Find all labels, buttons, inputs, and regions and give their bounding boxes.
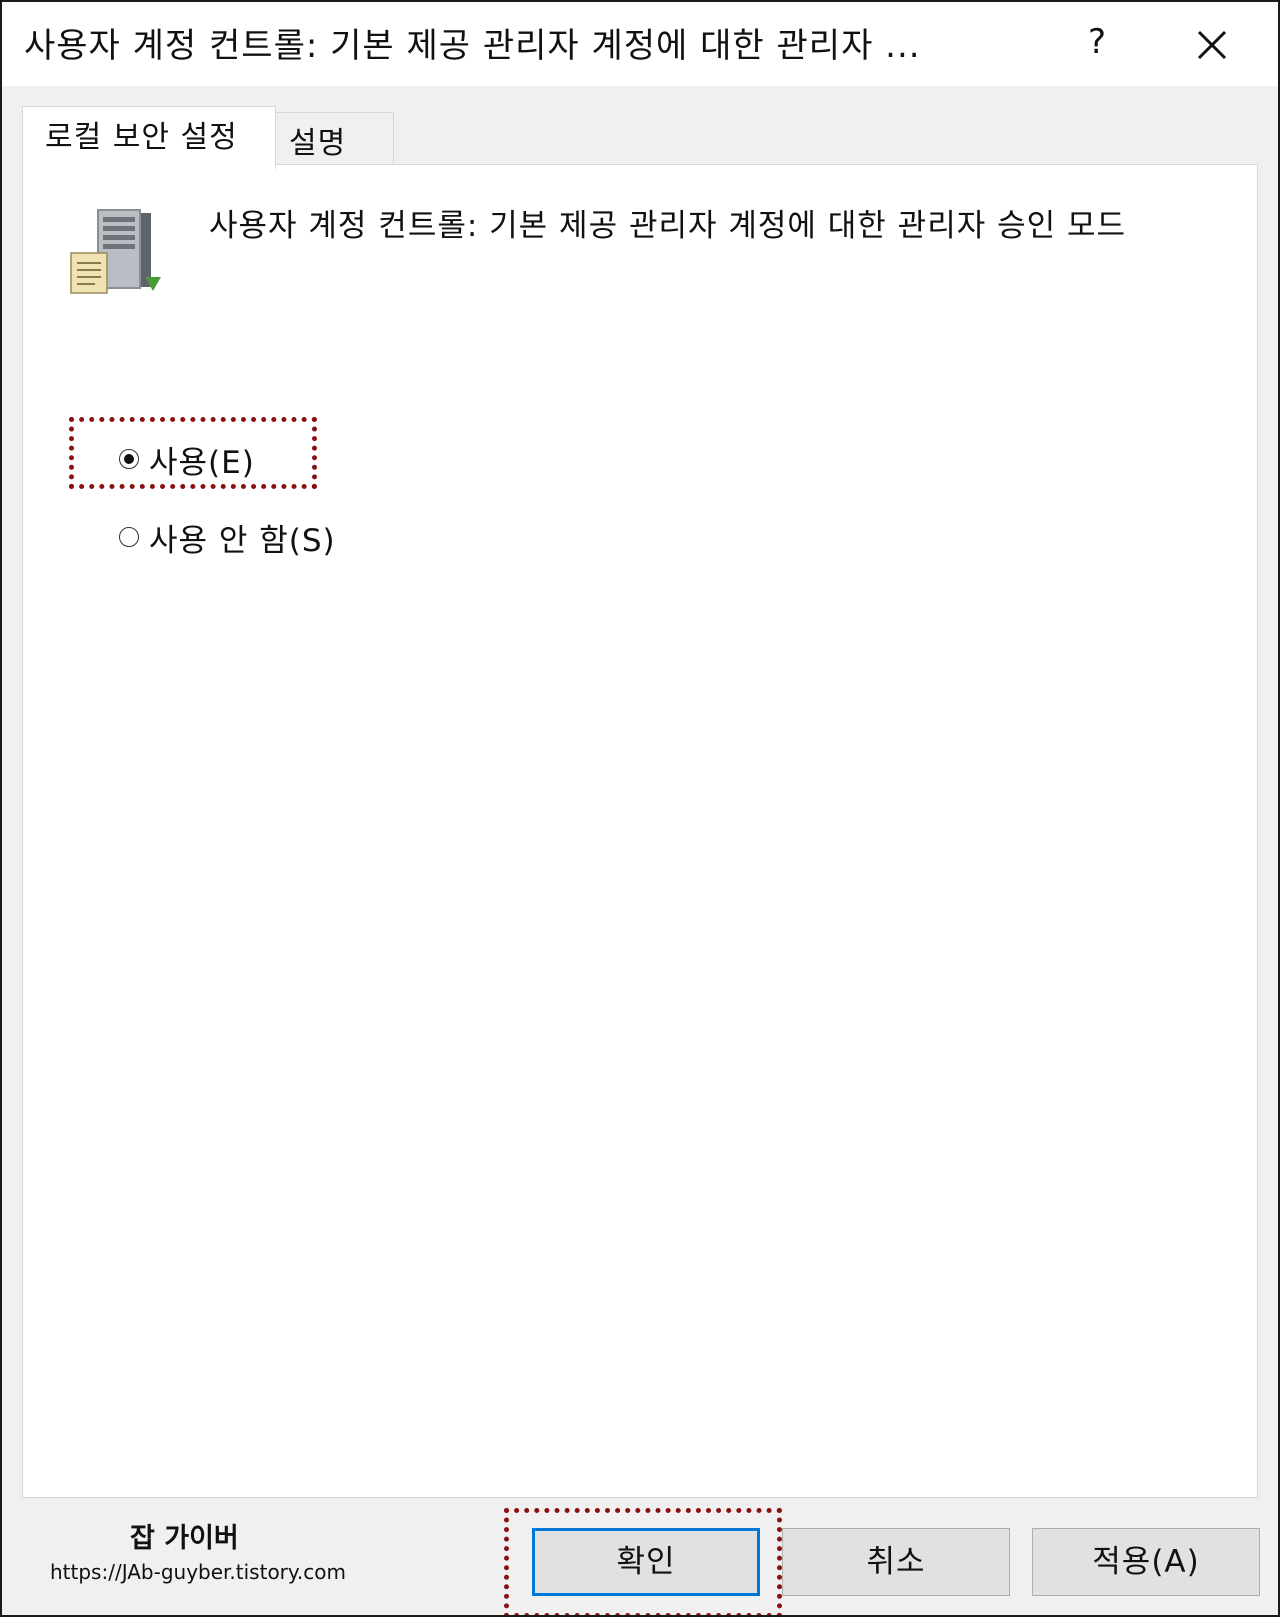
disable-label[interactable]: 사용 안 함(S) [149,515,336,560]
apply-button[interactable]: 적용(A) [1032,1528,1260,1596]
policy-dialog: 사용자 계정 컨트롤: 기본 제공 관리자 계정에 대한 관리자 ... ? 로… [0,0,1280,1617]
watermark-title: 잡 가이버 [130,1523,239,1554]
title-bar: 사용자 계정 컨트롤: 기본 제공 관리자 계정에 대한 관리자 ... ? [2,2,1278,86]
cancel-button[interactable]: 취소 [782,1528,1010,1596]
policy-title: 사용자 계정 컨트롤: 기본 제공 관리자 계정에 대한 관리자 승인 모드 [209,208,1127,244]
ok-highlight-box [504,1508,782,1615]
tab-explain[interactable]: 설명 [274,112,394,165]
close-icon [1197,30,1227,60]
disable-radio[interactable] [119,527,139,547]
help-button[interactable]: ? [1062,14,1132,70]
enable-highlight-box [69,417,317,489]
tab-local-security-setting[interactable]: 로컬 보안 설정 [22,106,276,169]
disable-option[interactable]: 사용 안 함(S) [119,515,336,559]
watermark-url: https://JAb-guyber.tistory.com [50,1560,346,1584]
window-title: 사용자 계정 컨트롤: 기본 제공 관리자 계정에 대한 관리자 ... [24,26,921,66]
close-button[interactable] [1177,14,1247,74]
server-policy-icon [70,209,161,294]
settings-panel: 사용자 계정 컨트롤: 기본 제공 관리자 계정에 대한 관리자 승인 모드 사… [22,164,1258,1498]
